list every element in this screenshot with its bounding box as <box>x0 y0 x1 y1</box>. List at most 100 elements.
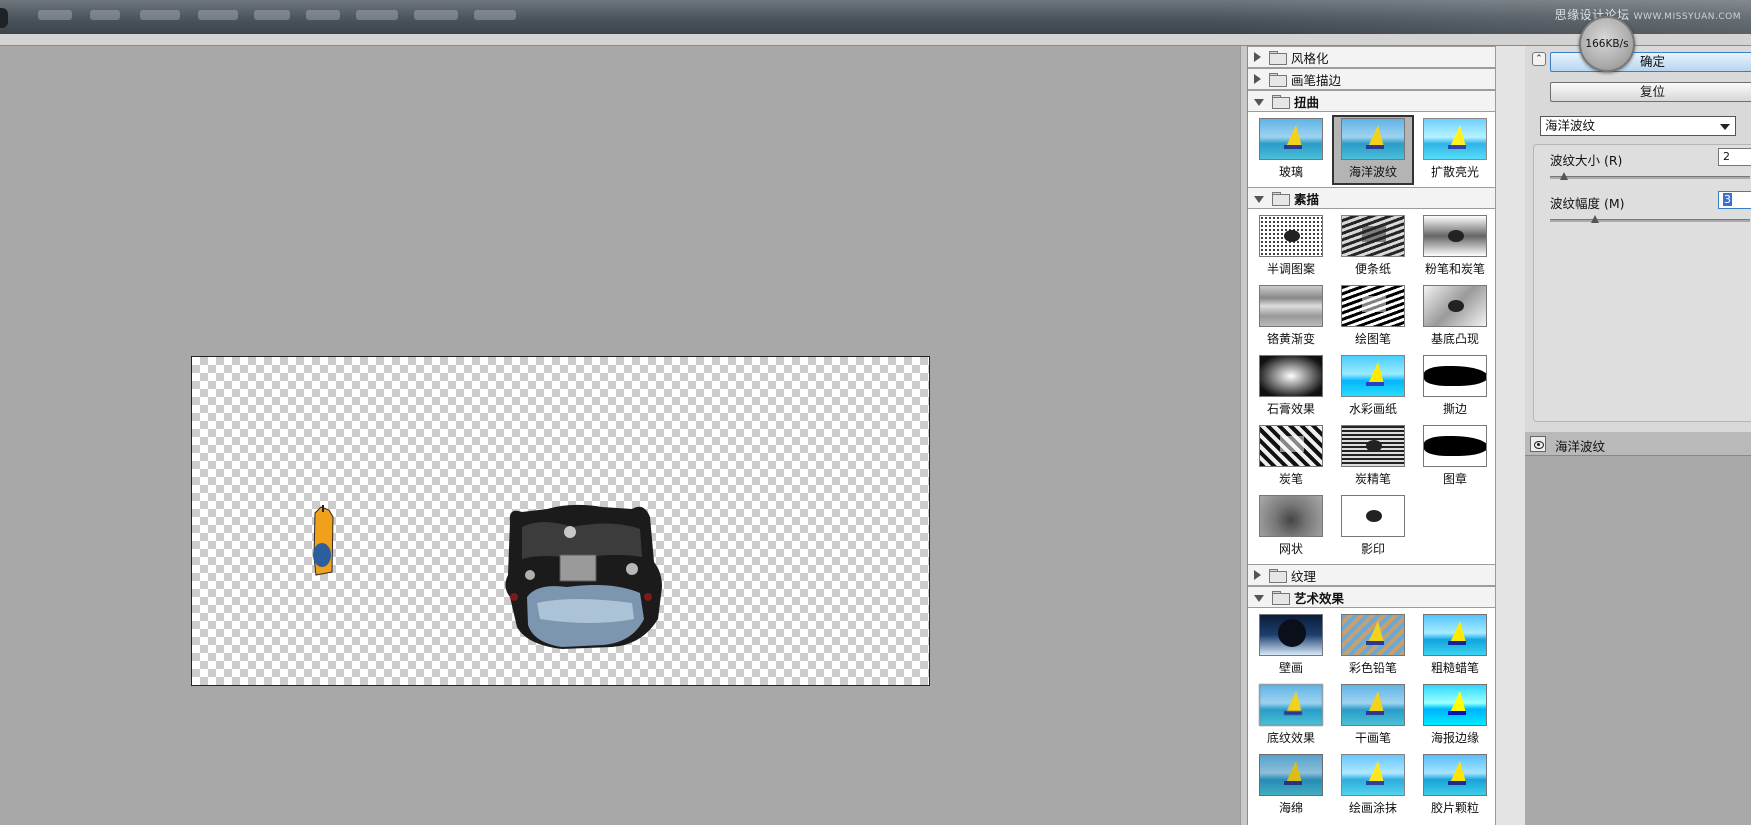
filter-item[interactable]: 胶片颗粒 <box>1414 751 1495 821</box>
filter-label: 胶片颗粒 <box>1430 801 1479 815</box>
filter-item[interactable]: 干画笔 <box>1332 681 1414 751</box>
filter-item[interactable]: 炭精笔 <box>1332 422 1414 492</box>
filter-thumbnail <box>1341 118 1405 160</box>
filter-item[interactable]: 绘图笔 <box>1332 282 1414 352</box>
preview-area[interactable] <box>0 46 1240 825</box>
category-label: 纹理 <box>1291 568 1317 584</box>
menu-item-blurred[interactable] <box>198 10 238 20</box>
ripple-magnitude-input[interactable]: 3 <box>1718 191 1751 209</box>
ripple-magnitude-label: 波纹幅度 (M) <box>1550 196 1625 211</box>
ripple-size-input[interactable]: 2 <box>1718 148 1751 166</box>
filter-thumbnail <box>1423 215 1487 257</box>
filter-item[interactable]: 撕边 <box>1414 352 1495 422</box>
filter-item[interactable]: 扩散亮光 <box>1414 115 1495 185</box>
filter-label: 便条纸 <box>1354 262 1391 276</box>
artistic-filter-grid: 壁画 彩色铅笔 粗糙蜡笔 底纹效果 干画笔 海报边缘 海绵 绘画涂抹 胶片颗粒 <box>1248 608 1495 823</box>
folder-icon <box>1272 591 1290 605</box>
category-sketch[interactable]: 素描 <box>1248 187 1495 209</box>
filter-item[interactable]: 石膏效果 <box>1250 352 1332 422</box>
filter-item[interactable]: 壁画 <box>1250 611 1332 681</box>
filter-item[interactable]: 便条纸 <box>1332 212 1414 282</box>
reset-button[interactable]: 复位 <box>1550 82 1751 102</box>
collapse-gallery-button[interactable]: ⌃ <box>1532 52 1546 66</box>
filter-item[interactable]: 海报边缘 <box>1414 681 1495 751</box>
ok-button[interactable]: 确定 <box>1550 52 1751 72</box>
filter-label: 绘画涂抹 <box>1348 801 1397 815</box>
filter-label: 底纹效果 <box>1266 731 1315 745</box>
filter-label: 粉笔和炭笔 <box>1424 262 1485 276</box>
ripple-magnitude-slider-track[interactable] <box>1550 219 1750 222</box>
menu-item-blurred[interactable] <box>140 10 180 20</box>
filter-item[interactable]: 基底凸现 <box>1414 282 1495 352</box>
category-brush-strokes[interactable]: 画笔描边 <box>1248 68 1495 90</box>
filter-label: 海洋波纹 <box>1348 165 1397 179</box>
watermark: 思缘设计论坛 WWW.MISSYUAN.COM <box>1555 6 1741 23</box>
folder-icon <box>1269 51 1287 65</box>
filter-parameters-box <box>1533 144 1751 422</box>
expand-arrow-icon <box>1254 74 1261 84</box>
folder-icon <box>1269 73 1287 87</box>
filter-item[interactable]: 图章 <box>1414 422 1495 492</box>
network-speed-indicator: 166KB/s <box>1579 16 1635 72</box>
gallery-scrollbar[interactable] <box>1495 46 1525 825</box>
menu-item-blurred[interactable] <box>474 10 516 20</box>
category-label: 风格化 <box>1291 50 1329 66</box>
category-artistic[interactable]: 艺术效果 <box>1248 586 1495 608</box>
filter-item-selected[interactable]: 海洋波纹 <box>1332 115 1414 185</box>
eye-icon[interactable] <box>1530 436 1546 452</box>
filter-thumbnail <box>1341 614 1405 656</box>
filter-thumbnail <box>1341 355 1405 397</box>
filter-item[interactable]: 粉笔和炭笔 <box>1414 212 1495 282</box>
gallery-splitter[interactable] <box>1240 46 1247 825</box>
menu-item-blurred[interactable] <box>90 10 120 20</box>
filter-label: 石膏效果 <box>1266 402 1315 416</box>
small-orange-object <box>313 505 334 576</box>
ripple-magnitude-slider-handle[interactable] <box>1591 215 1599 223</box>
filter-item[interactable]: 玻璃 <box>1250 115 1332 185</box>
filter-thumbnail <box>1341 215 1405 257</box>
filter-item[interactable]: 底纹效果 <box>1250 681 1332 751</box>
transparent-canvas[interactable] <box>191 356 930 686</box>
filter-item[interactable]: 水彩画纸 <box>1332 352 1414 422</box>
canvas-artwork <box>313 504 662 649</box>
filter-item[interactable]: 半调图案 <box>1250 212 1332 282</box>
filter-label: 海绵 <box>1278 801 1303 815</box>
menu-item-blurred[interactable] <box>414 10 458 20</box>
menu-item-blurred[interactable] <box>306 10 340 20</box>
ripple-size-slider-handle[interactable] <box>1560 172 1568 180</box>
filter-item[interactable]: 海绵 <box>1250 751 1332 821</box>
filter-thumbnail <box>1259 355 1323 397</box>
menu-item-blurred[interactable] <box>38 10 72 20</box>
expand-arrow-icon <box>1254 570 1261 580</box>
filter-item[interactable]: 彩色铅笔 <box>1332 611 1414 681</box>
menu-item-blurred[interactable] <box>356 10 398 20</box>
filter-item[interactable]: 绘画涂抹 <box>1332 751 1414 821</box>
filter-label: 彩色铅笔 <box>1348 661 1397 675</box>
sketch-filter-grid: 半调图案 便条纸 粉笔和炭笔 铬黄渐变 绘图笔 基底凸现 石膏效果 水彩画纸 撕… <box>1248 209 1495 564</box>
category-label: 画笔描边 <box>1291 72 1342 88</box>
filter-select-value: 海洋波纹 <box>1545 118 1596 133</box>
filter-item[interactable]: 炭笔 <box>1250 422 1332 492</box>
category-distort[interactable]: 扭曲 <box>1248 90 1495 112</box>
filter-thumbnail <box>1423 285 1487 327</box>
toolbar-strip <box>0 34 1751 46</box>
filter-item[interactable]: 铬黄渐变 <box>1250 282 1332 352</box>
filter-label: 基底凸现 <box>1430 332 1479 346</box>
category-texture[interactable]: 纹理 <box>1248 564 1495 586</box>
filter-thumbnail <box>1259 495 1323 537</box>
menu-item-blurred[interactable] <box>254 10 290 20</box>
filter-item[interactable]: 粗糙蜡笔 <box>1414 611 1495 681</box>
title-bar: 思缘设计论坛 WWW.MISSYUAN.COM <box>0 0 1751 34</box>
filter-thumbnail <box>1341 285 1405 327</box>
ripple-size-slider-track[interactable] <box>1550 176 1750 179</box>
filter-item[interactable]: 影印 <box>1332 492 1414 562</box>
category-stylize[interactable]: 风格化 <box>1248 46 1495 68</box>
filter-item[interactable]: 网状 <box>1250 492 1332 562</box>
filter-label: 影印 <box>1360 542 1385 556</box>
category-label: 艺术效果 <box>1294 590 1345 606</box>
filter-thumbnail <box>1341 495 1405 537</box>
filter-label: 粗糙蜡笔 <box>1430 661 1479 675</box>
filter-label: 炭笔 <box>1278 472 1303 486</box>
filter-thumbnail <box>1423 684 1487 726</box>
filter-select-dropdown[interactable]: 海洋波纹 <box>1540 116 1736 136</box>
